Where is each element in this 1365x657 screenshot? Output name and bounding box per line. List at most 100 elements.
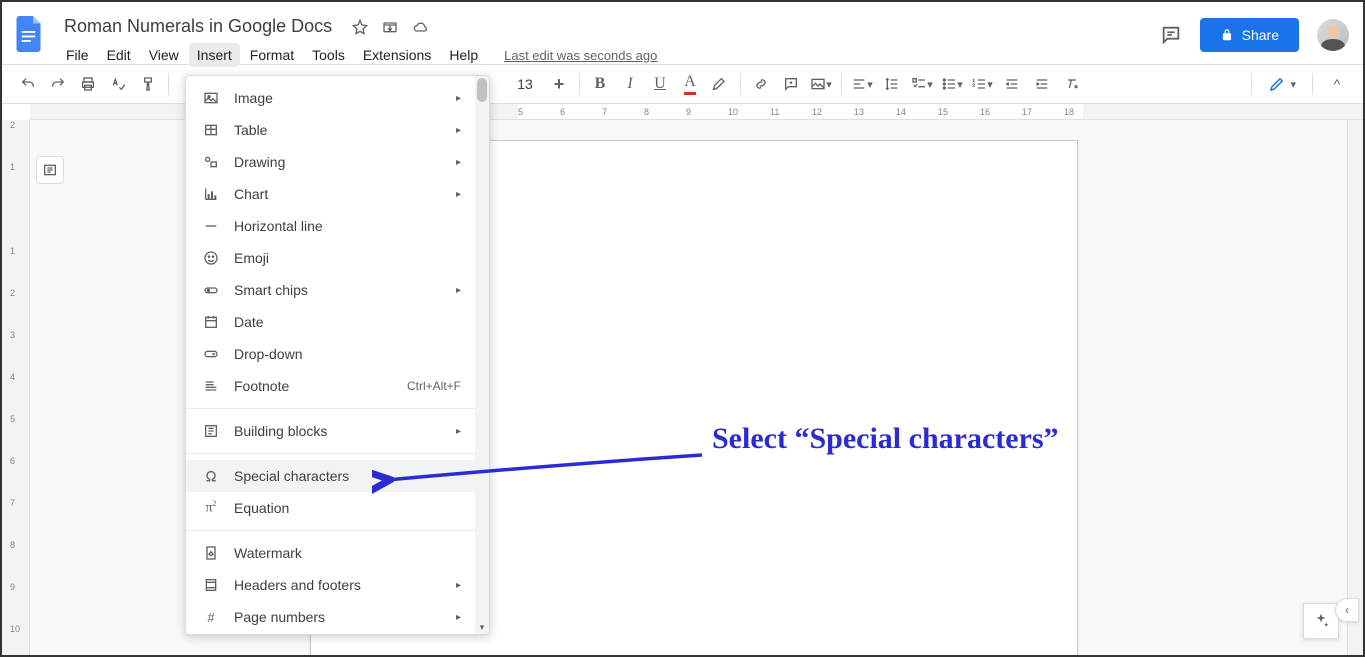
- avatar[interactable]: [1317, 19, 1349, 51]
- insert-menu-dropdown: ▴ ▾ Image▸Table▸Drawing▸Chart▸Horizontal…: [185, 75, 490, 635]
- menu-item-label: Page numbers: [234, 609, 325, 625]
- ruler-tick: 1: [10, 162, 15, 172]
- explore-button[interactable]: [1303, 603, 1339, 639]
- submenu-arrow-icon: ▸: [456, 189, 461, 200]
- paint-format-icon[interactable]: [134, 70, 162, 98]
- separator: [1312, 73, 1313, 95]
- emoji-icon: [202, 249, 220, 267]
- underline-icon[interactable]: U: [646, 70, 674, 98]
- menu-view[interactable]: View: [141, 43, 187, 67]
- menu-item-horizontal-line[interactable]: Horizontal line: [186, 210, 489, 242]
- menu-tools[interactable]: Tools: [304, 43, 353, 67]
- bullet-list-icon[interactable]: ▾: [938, 70, 966, 98]
- editing-mode-button[interactable]: ▾: [1262, 71, 1302, 97]
- text-color-icon[interactable]: A: [676, 70, 704, 98]
- insert-image-icon[interactable]: ▾: [807, 70, 835, 98]
- menu-item-image[interactable]: Image▸: [186, 82, 489, 114]
- menu-item-drop-down[interactable]: Drop-down: [186, 338, 489, 370]
- indent-decrease-icon[interactable]: [998, 70, 1026, 98]
- ruler-tick: 2: [10, 288, 15, 298]
- equation-icon: π2: [202, 499, 220, 517]
- line-spacing-icon[interactable]: [878, 70, 906, 98]
- indent-increase-icon[interactable]: [1028, 70, 1056, 98]
- menu-item-building-blocks[interactable]: Building blocks▸: [186, 415, 489, 447]
- submenu-arrow-icon: ▸: [456, 612, 461, 623]
- share-button[interactable]: Share: [1200, 18, 1299, 52]
- separator: [841, 73, 842, 95]
- font-size-increase-icon[interactable]: +: [545, 70, 573, 98]
- ruler-tick: 8: [644, 107, 649, 117]
- menu-item-label: Horizontal line: [234, 218, 323, 234]
- checklist-icon[interactable]: ▾: [908, 70, 936, 98]
- cloud-icon[interactable]: [412, 19, 430, 35]
- print-icon[interactable]: [74, 70, 102, 98]
- dropdown-icon: [202, 345, 220, 363]
- clear-format-icon[interactable]: [1058, 70, 1086, 98]
- menu-item-chart[interactable]: Chart ▸: [186, 178, 489, 210]
- menu-insert[interactable]: Insert: [189, 43, 240, 67]
- ruler-tick: 6: [10, 456, 15, 466]
- separator: [740, 73, 741, 95]
- menu-help[interactable]: Help: [441, 43, 486, 67]
- menu-item-label: Chart: [234, 186, 268, 202]
- move-icon[interactable]: [382, 19, 398, 35]
- header-right: Share: [1160, 10, 1349, 52]
- menu-extensions[interactable]: Extensions: [355, 43, 439, 67]
- doc-title[interactable]: Roman Numerals in Google Docs: [58, 14, 338, 39]
- redo-icon[interactable]: [44, 70, 72, 98]
- chart-icon: [202, 185, 220, 203]
- submenu-arrow-icon: ▸: [456, 285, 461, 296]
- ruler-tick: 5: [518, 107, 523, 117]
- spellcheck-icon[interactable]: [104, 70, 132, 98]
- menu-item-watermark[interactable]: Watermark: [186, 537, 489, 569]
- ruler-tick: 9: [686, 107, 691, 117]
- menu-item-label: Table: [234, 122, 267, 138]
- menu-item-label: Watermark: [234, 545, 302, 561]
- star-icon[interactable]: [352, 19, 368, 35]
- pagenum-icon: #: [202, 608, 220, 626]
- menu-item-label: Drawing: [234, 154, 285, 170]
- menu-item-page-numbers[interactable]: # Page numbers ▸: [186, 601, 489, 633]
- menu-item-special-characters[interactable]: Special characters: [186, 460, 489, 492]
- side-panel-toggle-icon[interactable]: ‹: [1335, 598, 1359, 622]
- bold-icon[interactable]: B: [586, 70, 614, 98]
- menu-edit[interactable]: Edit: [99, 43, 139, 67]
- collapse-icon[interactable]: ^: [1323, 70, 1351, 98]
- separator: [168, 73, 169, 95]
- last-edit-link[interactable]: Last edit was seconds ago: [504, 48, 657, 63]
- submenu-arrow-icon: ▸: [456, 580, 461, 591]
- menu-item-label: Date: [234, 314, 264, 330]
- menu-item-headers-and-footers[interactable]: Headers and footers▸: [186, 569, 489, 601]
- menu-item-equation[interactable]: π2Equation: [186, 492, 489, 524]
- docs-logo[interactable]: [10, 14, 50, 54]
- ruler-tick: 9: [10, 582, 15, 592]
- drawing-icon: [202, 153, 220, 171]
- menu-item-emoji[interactable]: Emoji: [186, 242, 489, 274]
- highlight-icon[interactable]: [706, 70, 734, 98]
- menu-item-footnote[interactable]: FootnoteCtrl+Alt+F: [186, 370, 489, 402]
- headers-icon: [202, 576, 220, 594]
- menu-format[interactable]: Format: [242, 43, 302, 67]
- menu-item-date[interactable]: Date: [186, 306, 489, 338]
- menu-item-smart-chips[interactable]: Smart chips▸: [186, 274, 489, 306]
- italic-icon[interactable]: I: [616, 70, 644, 98]
- menu-item-table[interactable]: Table▸: [186, 114, 489, 146]
- scrollbar-vertical[interactable]: [1347, 120, 1363, 655]
- comment-history-icon[interactable]: [1160, 24, 1182, 46]
- font-size-input[interactable]: [507, 72, 543, 96]
- omega-icon: [202, 467, 220, 485]
- ruler-tick: 14: [896, 107, 906, 117]
- ruler-tick: 4: [10, 372, 15, 382]
- menu-item-drawing[interactable]: Drawing ▸: [186, 146, 489, 178]
- menu-item-label: Image: [234, 90, 273, 106]
- numbered-list-icon[interactable]: 12▾: [968, 70, 996, 98]
- outline-toggle-icon[interactable]: [36, 156, 64, 184]
- undo-icon[interactable]: [14, 70, 42, 98]
- submenu-arrow-icon: ▸: [456, 157, 461, 168]
- watermark-icon: [202, 544, 220, 562]
- align-icon[interactable]: ▾: [848, 70, 876, 98]
- link-icon[interactable]: [747, 70, 775, 98]
- comment-icon[interactable]: [777, 70, 805, 98]
- menu-file[interactable]: File: [58, 43, 97, 67]
- svg-text:2: 2: [973, 83, 976, 88]
